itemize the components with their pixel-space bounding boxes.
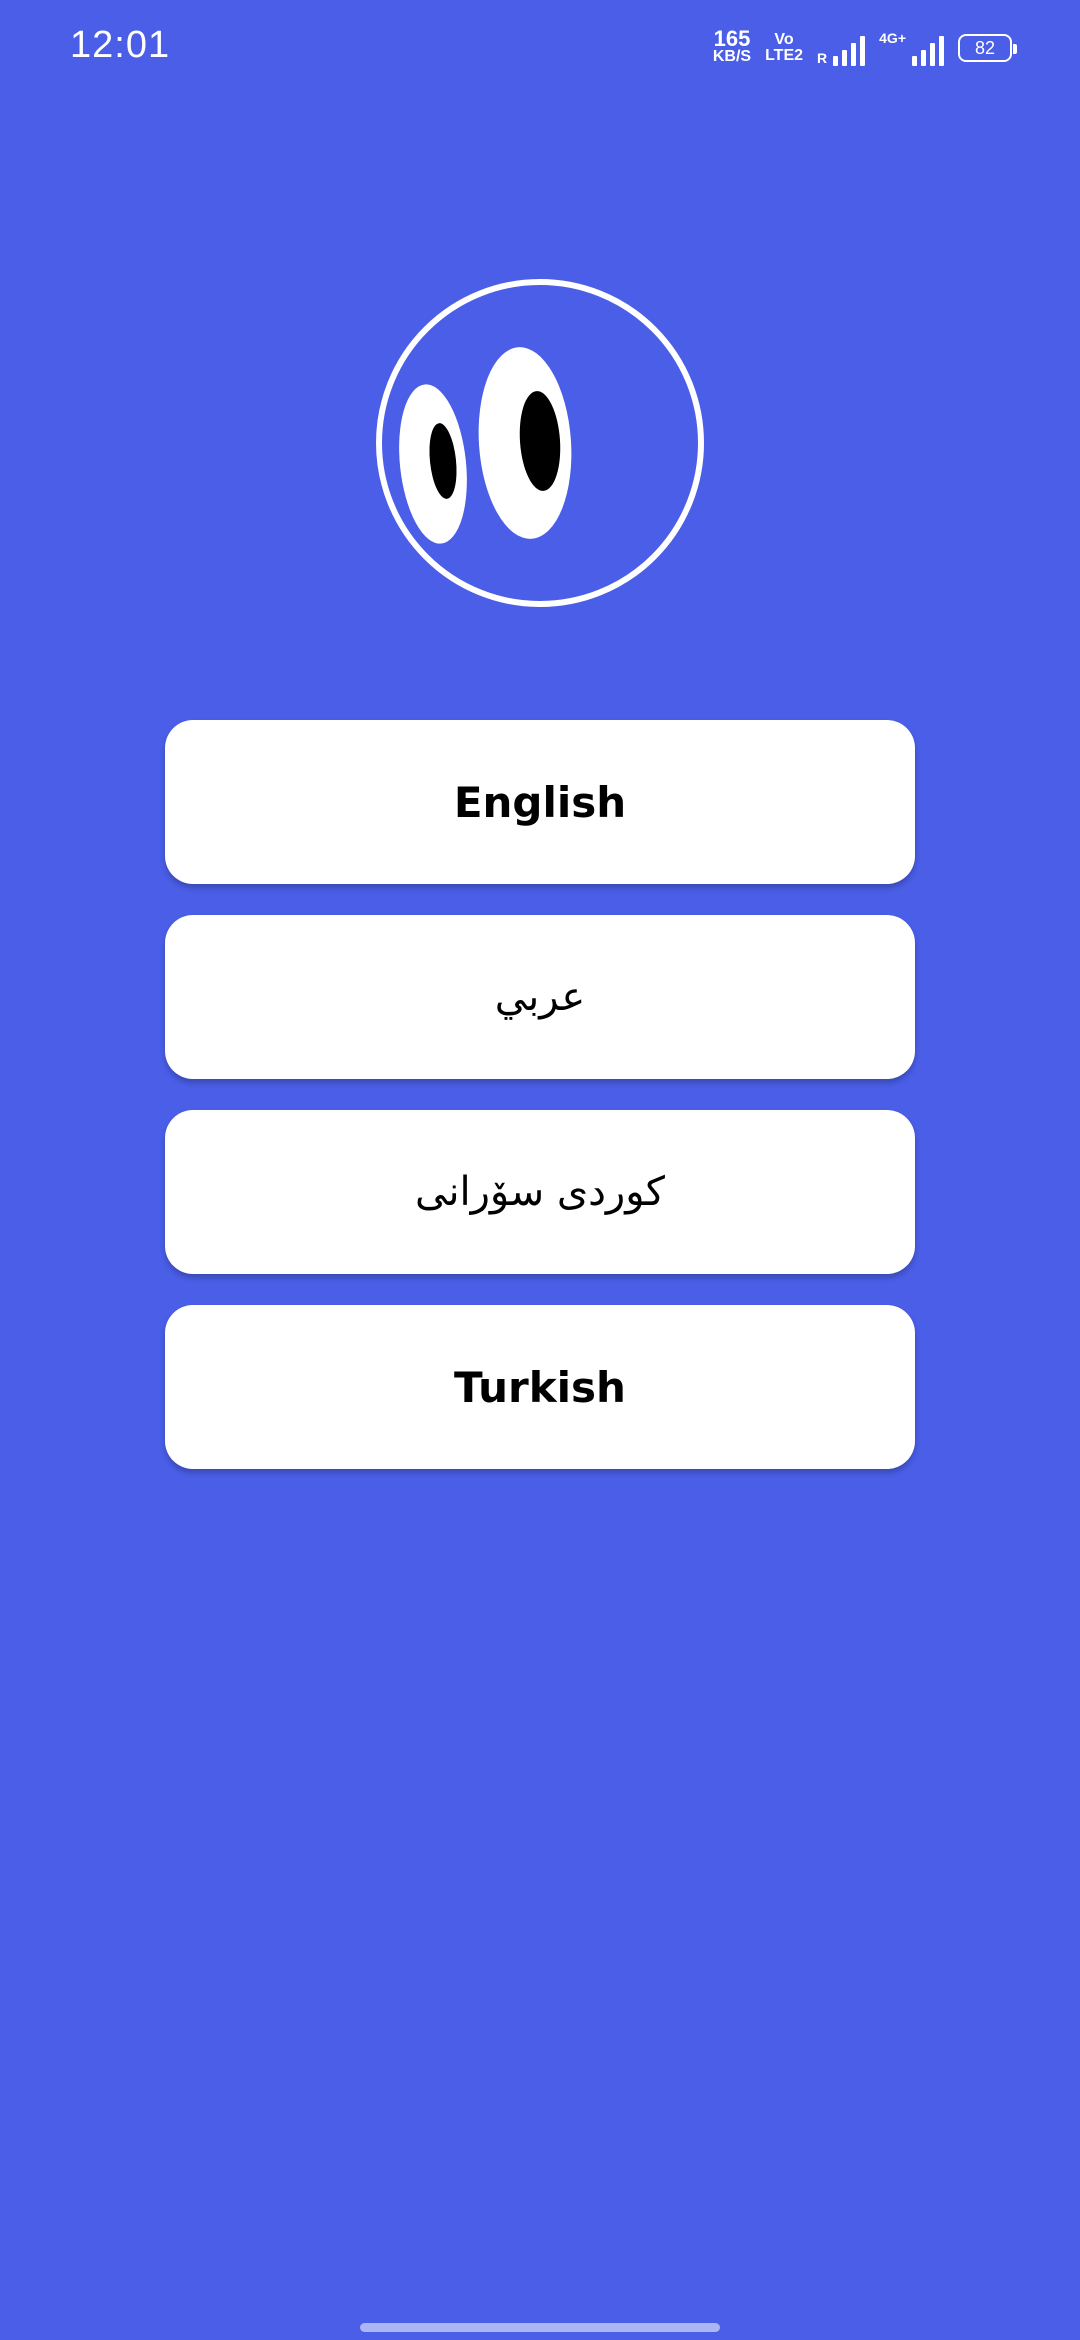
- language-button-kurdish-sorani[interactable]: کوردی سۆرانی: [165, 1110, 915, 1274]
- language-button-english[interactable]: English: [165, 720, 915, 884]
- status-bar: 12:01 165 KB/S Vo LTE2 R 4G+ 82: [0, 0, 1080, 96]
- sim2-label: 4G+: [879, 30, 906, 46]
- signal-bar-1: [833, 56, 839, 66]
- signal2-bar-1: [912, 56, 917, 66]
- status-time: 12:01: [70, 24, 171, 66]
- language-list: English عربي کوردی سۆرانی Turkish: [165, 720, 915, 1500]
- battery-level: 82: [974, 37, 996, 58]
- sim1-label: R: [817, 50, 828, 66]
- signal-icon: R: [817, 30, 866, 66]
- signal-4g-icon: 4G+: [879, 30, 944, 66]
- home-gesture-bar[interactable]: [360, 2323, 720, 2332]
- net-speed-value: 165: [713, 26, 751, 51]
- signal-bar-3: [851, 43, 857, 66]
- language-label: عربي: [494, 974, 586, 1020]
- net-speed-unit: KB/S: [712, 48, 752, 65]
- status-icons: 165 KB/S Vo LTE2 R 4G+ 82: [712, 26, 1017, 70]
- language-label: Turkish: [454, 1362, 626, 1412]
- language-button-turkish[interactable]: Turkish: [165, 1305, 915, 1469]
- battery-icon: 82: [958, 34, 1017, 62]
- network-speed-icon: 165 KB/S: [712, 26, 752, 66]
- signal-bar-4: [860, 36, 866, 66]
- signal2-bar-4: [939, 36, 944, 66]
- signal2-bar-2: [921, 50, 926, 66]
- signal-bar-2: [842, 50, 848, 66]
- volte-top: Vo: [774, 31, 794, 48]
- signal2-bar-3: [930, 43, 935, 66]
- language-label: کوردی سۆرانی: [415, 1169, 665, 1215]
- language-button-arabic[interactable]: عربي: [165, 915, 915, 1079]
- eyes-logo-icon: [375, 278, 705, 608]
- volte-icon: Vo LTE2: [765, 32, 803, 64]
- volte-bottom: LTE2: [765, 47, 804, 64]
- language-label: English: [453, 777, 627, 827]
